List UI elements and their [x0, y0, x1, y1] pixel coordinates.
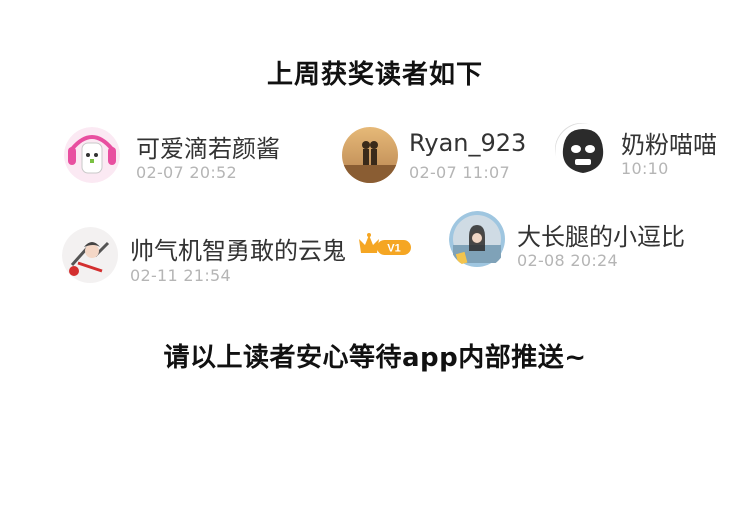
winner-time: 02-07 20:52: [136, 163, 237, 182]
winner-item[interactable]: 帅气机智勇敢的云鬼 V1 02-11 21:54: [62, 227, 432, 291]
footer-message: 请以上读者安心等待app内部推送~: [163, 343, 587, 373]
winner-time: 02-07 11:07: [409, 163, 510, 182]
girl-photo-avatar[interactable]: [449, 211, 507, 269]
vip-badge: V1: [355, 229, 415, 259]
bunny-headphones-avatar[interactable]: [64, 127, 120, 183]
winner-name: Ryan_923: [409, 129, 527, 157]
winner-time: 02-11 21:54: [130, 266, 231, 285]
couple-sunset-avatar[interactable]: [342, 127, 398, 183]
winner-item[interactable]: Ryan_923 02-07 11:07: [342, 127, 542, 187]
winner-name: 奶粉喵喵: [621, 131, 717, 159]
vip-badge-label: V1: [387, 243, 400, 255]
anime-character-avatar[interactable]: [62, 227, 120, 285]
page-title: 上周获奖读者如下: [266, 60, 483, 90]
winner-item[interactable]: 可爱滴若颜酱 02-07 20:52: [64, 127, 294, 187]
meme-face-avatar[interactable]: [555, 123, 607, 175]
winner-name: 可爱滴若颜酱: [136, 135, 280, 163]
winner-name: 帅气机智勇敢的云鬼: [130, 237, 346, 265]
winner-time: 02-08 20:24: [517, 251, 618, 270]
winner-item[interactable]: 大长腿的小逗比 02-08 20:24: [449, 211, 709, 275]
winner-time: 10:10: [621, 159, 669, 178]
winner-item[interactable]: 奶粉喵喵 10:10: [555, 123, 735, 183]
winner-name: 大长腿的小逗比: [517, 223, 685, 251]
